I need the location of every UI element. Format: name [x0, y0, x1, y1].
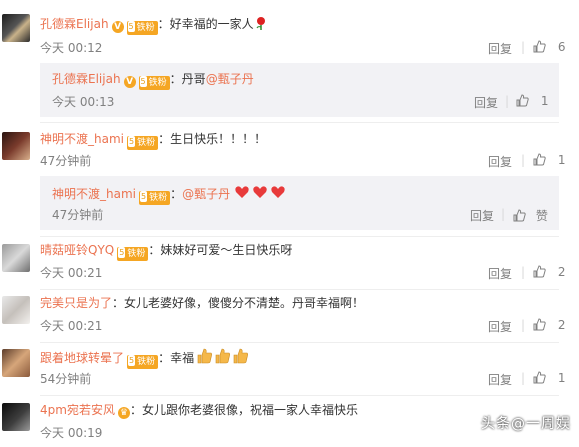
watermark: 头条@一周娱 — [481, 416, 571, 432]
thumbs-up-emoji-icons — [197, 348, 251, 368]
like-count: 2 — [557, 265, 566, 279]
member-icon: ♛ — [117, 407, 130, 419]
separator: | — [521, 318, 526, 332]
like-count: 1 — [557, 371, 566, 385]
divider — [40, 342, 559, 343]
heart-icons — [234, 184, 288, 204]
reply-button[interactable]: 回复 — [488, 318, 512, 335]
comment-time: 47分钟前 — [40, 154, 92, 168]
avatar[interactable] — [2, 244, 30, 272]
divider — [40, 289, 559, 290]
like-button[interactable]: 6 — [533, 40, 565, 54]
separator: | — [521, 40, 526, 54]
like-button[interactable]: 2 — [533, 265, 565, 279]
mention-link[interactable]: @甄子丹 — [206, 72, 254, 86]
separator: | — [501, 207, 506, 221]
like-button[interactable]: 2 — [533, 318, 565, 332]
reply-time: 47分钟前 — [52, 208, 104, 222]
thumbs-up-icon — [533, 371, 546, 384]
reply-button[interactable]: 回复 — [474, 94, 498, 111]
comment-time: 今天 00:21 — [40, 319, 103, 333]
avatar[interactable] — [2, 296, 30, 324]
thumbs-up-icon — [533, 318, 546, 331]
like-button[interactable]: 赞 — [513, 207, 548, 224]
username[interactable]: 晴菇哑铃QYQ — [40, 243, 114, 257]
like-count: 1 — [557, 153, 566, 167]
reply-button[interactable]: 回复 — [488, 265, 512, 282]
reply-button[interactable]: 回复 — [470, 207, 494, 224]
thumbs-up-icon — [533, 153, 546, 166]
reply-box: 孔德霖Elijah V 5 铁粉 ：丹哥@甄子丹 今天 00:13 回复 | 1 — [40, 63, 559, 117]
username[interactable]: 孔德霖Elijah — [40, 17, 109, 31]
avatar[interactable] — [2, 132, 30, 160]
comment-text: 幸福 — [170, 351, 195, 365]
like-button[interactable]: 1 — [533, 371, 565, 385]
fan-badge: 5 铁粉 — [138, 191, 171, 205]
fan-badge: 5 铁粉 — [138, 76, 170, 90]
like-count: 2 — [557, 318, 566, 332]
separator: | — [521, 153, 526, 167]
like-button[interactable]: 1 — [516, 94, 548, 108]
mention-link[interactable]: @甄子丹 — [182, 187, 230, 201]
reply-button[interactable]: 回复 — [488, 153, 512, 170]
comment-text: 妹妹好可爱～生日快乐呀 — [160, 243, 293, 257]
like-count: 6 — [557, 40, 566, 54]
separator: | — [505, 94, 510, 108]
thumbs-up-icon — [533, 40, 546, 53]
reply-button[interactable]: 回复 — [488, 40, 512, 57]
separator: | — [521, 265, 526, 279]
like-label: 赞 — [535, 209, 548, 223]
like-button[interactable]: 1 — [533, 153, 565, 167]
avatar[interactable] — [2, 349, 30, 377]
fan-badge: 5 铁粉 — [126, 21, 158, 35]
comment-text: 好幸福的一家人 — [169, 17, 254, 31]
fan-badge: 5 铁粉 — [117, 247, 149, 261]
fan-badge: 5 铁粉 — [127, 355, 159, 369]
username[interactable]: 完美只是为了 — [40, 296, 112, 310]
separator: | — [521, 371, 526, 385]
reply-box: 神明不渡_hami 5 铁粉 ：@甄子丹 47分钟前 回复 | 赞 — [40, 176, 559, 230]
comment-text: 女儿老婆好像，傻傻分不清楚。丹哥幸福啊！ — [124, 296, 365, 310]
comment-text: 女儿跟你老婆很像，祝福一家人幸福快乐 — [141, 403, 358, 417]
thumbs-up-icon — [533, 265, 546, 278]
comment-time: 今天 00:12 — [40, 41, 103, 55]
thumbs-up-icon — [513, 209, 526, 222]
avatar[interactable] — [2, 14, 30, 42]
comment-text: 生日快乐！！！！ — [170, 132, 267, 146]
verified-icon: V — [111, 21, 124, 33]
divider — [40, 122, 559, 123]
divider — [40, 395, 559, 396]
username[interactable]: 神明不渡_hami — [52, 187, 136, 201]
reply-button[interactable]: 回复 — [488, 371, 512, 388]
like-count: 1 — [540, 94, 549, 108]
thumbs-up-icon — [516, 94, 529, 107]
comment-time: 54分钟前 — [40, 372, 92, 386]
divider — [40, 236, 559, 237]
comment-time: 今天 00:19 — [40, 426, 103, 440]
username[interactable]: 跟着地球转晕了 — [40, 351, 124, 365]
reply-text: 丹哥 — [181, 72, 206, 86]
username[interactable]: 4pm宛若安风 — [40, 403, 115, 417]
rose-icon — [254, 16, 268, 34]
avatar[interactable] — [2, 403, 30, 431]
username[interactable]: 孔德霖Elijah — [52, 72, 121, 86]
username[interactable]: 神明不渡_hami — [40, 132, 124, 146]
reply-time: 今天 00:13 — [52, 95, 115, 109]
verified-icon: V — [123, 76, 136, 88]
fan-badge: 5 铁粉 — [126, 136, 159, 150]
comment-time: 今天 00:21 — [40, 266, 103, 280]
